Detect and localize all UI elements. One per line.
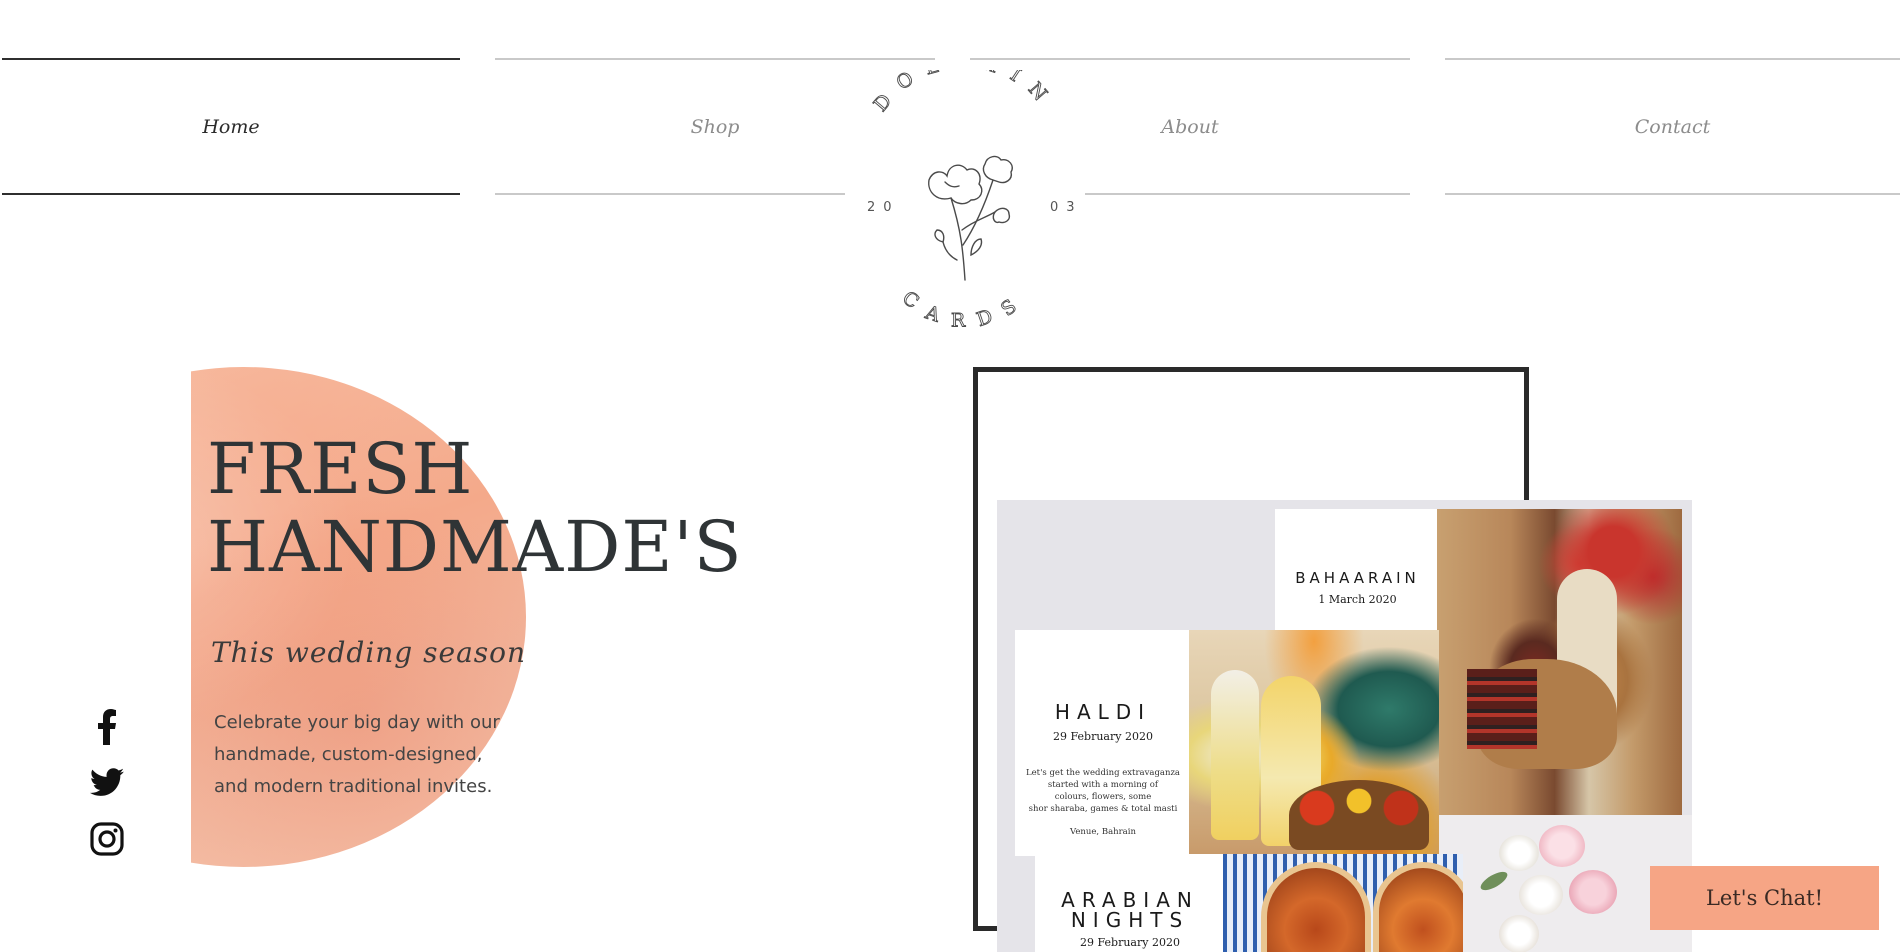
nav-divider — [2, 193, 460, 195]
arabian-date: 29 February 2020 — [1080, 936, 1180, 949]
nav-home-label: Home — [202, 115, 260, 138]
haldi-blurb-line3: colours, flowers, some — [1054, 792, 1152, 802]
hero-body-line3: and modern traditional invites. — [214, 776, 493, 797]
rose-shape — [1569, 870, 1617, 914]
nav-divider — [1445, 193, 1900, 195]
arabian-title-line1: ARABIAN — [1061, 888, 1199, 912]
rose-shape — [1519, 875, 1563, 915]
facebook-icon[interactable] — [88, 708, 126, 746]
bahaarain-title: BAHAARAIN — [1295, 569, 1420, 587]
svg-text:DOLPHIN: DOLPHIN — [870, 70, 1061, 116]
hero-title-line2: HANDMADE'S — [207, 506, 743, 588]
twitter-icon[interactable] — [88, 764, 126, 802]
hero-subtitle: This wedding season — [211, 636, 527, 669]
bahaarain-card: BAHAARAIN 1 March 2020 — [1275, 509, 1440, 631]
nav-divider — [2, 58, 460, 60]
nav-about-label: About — [1161, 115, 1219, 138]
arabian-title-line2: NIGHTS — [1070, 908, 1190, 932]
arabian-nights-card: ARABIAN NIGHTS 29 February 2020 — [1035, 854, 1225, 952]
haldi-couple-illustration — [1189, 630, 1439, 856]
hero-title-line1: FRESH — [207, 428, 474, 510]
invitation-collage: BAHAARAIN 1 March 2020 HALDI 29 February… — [997, 500, 1692, 952]
brand-logo[interactable]: DOLPHIN CARDS 20 03 — [845, 50, 1085, 332]
logo-emblem: DOLPHIN CARDS 20 03 — [867, 50, 1083, 332]
haldi-venue: Venue, Bahrain — [1070, 827, 1136, 837]
arabian-arches-illustration — [1223, 854, 1463, 952]
rose-shape — [1539, 825, 1585, 867]
hero-title: FRESH HANDMADE'S — [207, 430, 743, 586]
spice-bowls-shape — [1289, 780, 1429, 850]
logo-bottom-text: CARDS — [898, 286, 1019, 331]
nav-shop-label: Shop — [690, 115, 740, 138]
haldi-blurb: Let's get the wedding extravaganza start… — [1015, 767, 1191, 815]
hero-body-line2: handmade, custom-designed, — [214, 744, 483, 765]
haldi-blurb-line1: Let's get the wedding extravaganza — [1026, 768, 1180, 778]
logo-year-right: 03 — [1050, 200, 1083, 215]
bahaarain-date: 1 March 2020 — [1318, 593, 1397, 606]
haldi-title: HALDI — [1054, 700, 1152, 724]
arch-right-shape — [1373, 862, 1463, 952]
nav-contact[interactable]: Contact — [1445, 58, 1900, 195]
flower-icon — [928, 155, 1013, 281]
nav-divider — [970, 58, 1410, 60]
man-figure-shape — [1211, 670, 1259, 840]
svg-text:CARDS: CARDS — [898, 287, 1032, 330]
rose-shape — [1499, 835, 1539, 871]
camel-blanket-shape — [1467, 669, 1537, 749]
nav-divider — [495, 58, 935, 60]
camel-archway-illustration — [1437, 509, 1682, 815]
instagram-icon[interactable] — [88, 820, 126, 858]
logo-year-left: 20 — [867, 200, 900, 215]
arch-left-shape — [1261, 862, 1371, 952]
leaf-shape — [1478, 868, 1510, 894]
logo-top-text: DOLPHIN — [869, 50, 1047, 116]
nav-contact-label: Contact — [1634, 115, 1711, 138]
haldi-date: 29 February 2020 — [1053, 730, 1153, 743]
haldi-blurb-line4: shor sharaba, games & total masti — [1028, 804, 1178, 814]
nav-home[interactable]: Home — [2, 58, 460, 195]
nav-divider — [1445, 58, 1900, 60]
hero-body-line1: Celebrate your big day with our — [214, 712, 500, 733]
rose-shape — [1499, 915, 1539, 952]
hero-description: Celebrate your big day with our handmade… — [214, 707, 534, 803]
haldi-blurb-line2: started with a morning of — [1047, 780, 1159, 790]
haldi-card: HALDI 29 February 2020 Let's get the wed… — [1015, 630, 1191, 856]
chat-button[interactable]: Let's Chat! — [1650, 866, 1879, 930]
